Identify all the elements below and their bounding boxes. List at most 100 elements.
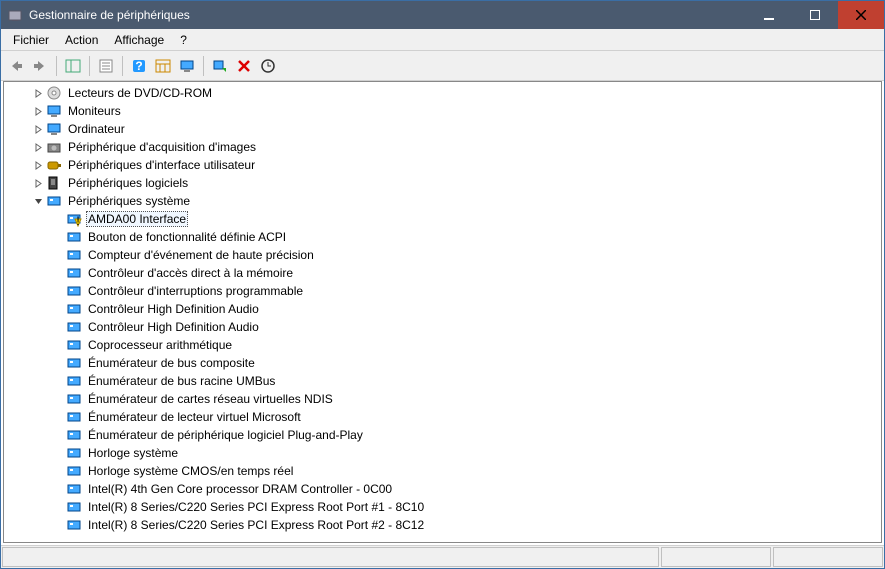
tree-item-label: Intel(R) 8 Series/C220 Series PCI Expres… xyxy=(86,517,426,533)
toolbar-separator xyxy=(203,56,204,76)
expander-placeholder xyxy=(52,231,64,243)
tree-item[interactable]: Coprocesseur arithmétique xyxy=(4,336,881,354)
menu-file[interactable]: Fichier xyxy=(5,30,57,50)
expander-placeholder xyxy=(52,501,64,513)
close-icon xyxy=(856,10,866,20)
tree-item[interactable]: Bouton de fonctionnalité définie ACPI xyxy=(4,228,881,246)
expander-placeholder xyxy=(52,267,64,279)
tree-item-label: Énumérateur de cartes réseau virtuelles … xyxy=(86,391,335,407)
tree-item[interactable]: Contrôleur High Definition Audio xyxy=(4,300,881,318)
device-tree[interactable]: Lecteurs de DVD/CD-ROMMoniteurs Ordinateu… xyxy=(4,82,881,542)
uninstall-button[interactable] xyxy=(233,55,255,77)
expander-placeholder xyxy=(52,429,64,441)
scan-hardware-icon xyxy=(212,58,228,74)
tree-item-label: Périphériques logiciels xyxy=(66,175,190,191)
device-icon xyxy=(66,283,82,299)
tree-item-label: Périphériques d'interface utilisateur xyxy=(66,157,257,173)
expander-placeholder xyxy=(52,447,64,459)
category-icon xyxy=(46,175,62,191)
tree-item-label: Énumérateur de périphérique logiciel Plu… xyxy=(86,427,365,443)
tree-item-label: Énumérateur de bus racine UMBus xyxy=(86,373,277,389)
tree-item[interactable]: Contrôleur High Definition Audio xyxy=(4,318,881,336)
chevron-down-icon[interactable] xyxy=(32,195,44,207)
chevron-right-icon[interactable] xyxy=(32,87,44,99)
update-driver-button[interactable] xyxy=(257,55,279,77)
tree-item[interactable]: Énumérateur de bus racine UMBus xyxy=(4,372,881,390)
monitor-icon xyxy=(179,58,195,74)
tree-item[interactable]: Intel(R) 4th Gen Core processor DRAM Con… xyxy=(4,480,881,498)
expander-placeholder xyxy=(52,321,64,333)
tree-item[interactable]: !AMDA00 Interface xyxy=(4,210,881,228)
tree-category[interactable]: Périphériques système xyxy=(4,192,881,210)
chevron-right-icon[interactable] xyxy=(32,123,44,135)
tree-item-label: Contrôleur High Definition Audio xyxy=(86,319,261,335)
toolbar: ? xyxy=(1,51,884,81)
show-hide-tree-button[interactable] xyxy=(62,55,84,77)
tree-item-label: Périphérique d'acquisition d'images xyxy=(66,139,258,155)
back-button[interactable] xyxy=(5,55,27,77)
device-manager-window: Gestionnaire de périphériques Fichier Ac… xyxy=(0,0,885,569)
menu-action[interactable]: Action xyxy=(57,30,106,50)
chevron-right-icon[interactable] xyxy=(32,105,44,117)
maximize-button[interactable] xyxy=(792,1,838,29)
tree-item[interactable]: Compteur d'événement de haute précision xyxy=(4,246,881,264)
chevron-right-icon[interactable] xyxy=(32,141,44,153)
expander-placeholder xyxy=(52,465,64,477)
menu-help[interactable]: ? xyxy=(172,30,195,50)
close-button[interactable] xyxy=(838,1,884,29)
expander-placeholder xyxy=(52,339,64,351)
app-icon xyxy=(7,7,23,23)
device-icon xyxy=(66,355,82,371)
minimize-icon xyxy=(764,10,774,20)
tree-item-label: Compteur d'événement de haute précision xyxy=(86,247,316,263)
tree-item[interactable]: Énumérateur de lecteur virtuel Microsoft xyxy=(4,408,881,426)
menubar: Fichier Action Affichage ? xyxy=(1,29,884,51)
tree-category[interactable]: Périphériques d'interface utilisateur xyxy=(4,156,881,174)
tree-item[interactable]: Intel(R) 8 Series/C220 Series PCI Expres… xyxy=(4,498,881,516)
tree-item[interactable]: Horloge système CMOS/en temps réel xyxy=(4,462,881,480)
device-icon xyxy=(66,337,82,353)
expander-placeholder xyxy=(52,483,64,495)
details-button[interactable] xyxy=(152,55,174,77)
toolbar-separator xyxy=(122,56,123,76)
tree-pane-icon xyxy=(65,58,81,74)
minimize-button[interactable] xyxy=(746,1,792,29)
tree-item-label: Intel(R) 8 Series/C220 Series PCI Expres… xyxy=(86,499,426,515)
chevron-right-icon[interactable] xyxy=(32,159,44,171)
status-cell-3 xyxy=(773,547,883,567)
forward-button[interactable] xyxy=(29,55,51,77)
tree-category[interactable]: Périphériques logiciels xyxy=(4,174,881,192)
tree-item[interactable]: Contrôleur d'interruptions programmable xyxy=(4,282,881,300)
menu-view[interactable]: Affichage xyxy=(106,30,172,50)
tree-category[interactable]: Lecteurs de DVD/CD-ROM xyxy=(4,84,881,102)
help-button[interactable]: ? xyxy=(128,55,150,77)
tree-category[interactable]: Ordinateur xyxy=(4,120,881,138)
back-arrow-icon xyxy=(8,58,24,74)
tree-item[interactable]: Énumérateur de bus composite xyxy=(4,354,881,372)
device-icon xyxy=(66,481,82,497)
tree-category[interactable]: Périphérique d'acquisition d'images xyxy=(4,138,881,156)
category-icon xyxy=(46,85,62,101)
tree-item[interactable]: Énumérateur de cartes réseau virtuelles … xyxy=(4,390,881,408)
scan-hardware-button[interactable] xyxy=(209,55,231,77)
tree-item-label: Moniteurs xyxy=(66,103,123,119)
chevron-right-icon[interactable] xyxy=(32,177,44,189)
tree-item[interactable]: Intel(R) 8 Series/C220 Series PCI Expres… xyxy=(4,516,881,534)
tree-item[interactable]: Contrôleur d'accès direct à la mémoire xyxy=(4,264,881,282)
delete-icon xyxy=(236,58,252,74)
update-icon xyxy=(260,58,276,74)
statusbar xyxy=(1,545,884,568)
monitor-button[interactable] xyxy=(176,55,198,77)
device-icon xyxy=(66,463,82,479)
device-icon xyxy=(66,409,82,425)
properties-button[interactable] xyxy=(95,55,117,77)
tree-item[interactable]: Horloge système xyxy=(4,444,881,462)
tree-item-label: Ordinateur xyxy=(66,121,127,137)
expander-placeholder xyxy=(52,213,64,225)
tree-item[interactable]: Énumérateur de périphérique logiciel Plu… xyxy=(4,426,881,444)
category-icon xyxy=(46,121,62,137)
category-icon xyxy=(46,103,62,119)
properties-icon xyxy=(98,58,114,74)
expander-placeholder xyxy=(52,285,64,297)
tree-category[interactable]: Moniteurs xyxy=(4,102,881,120)
